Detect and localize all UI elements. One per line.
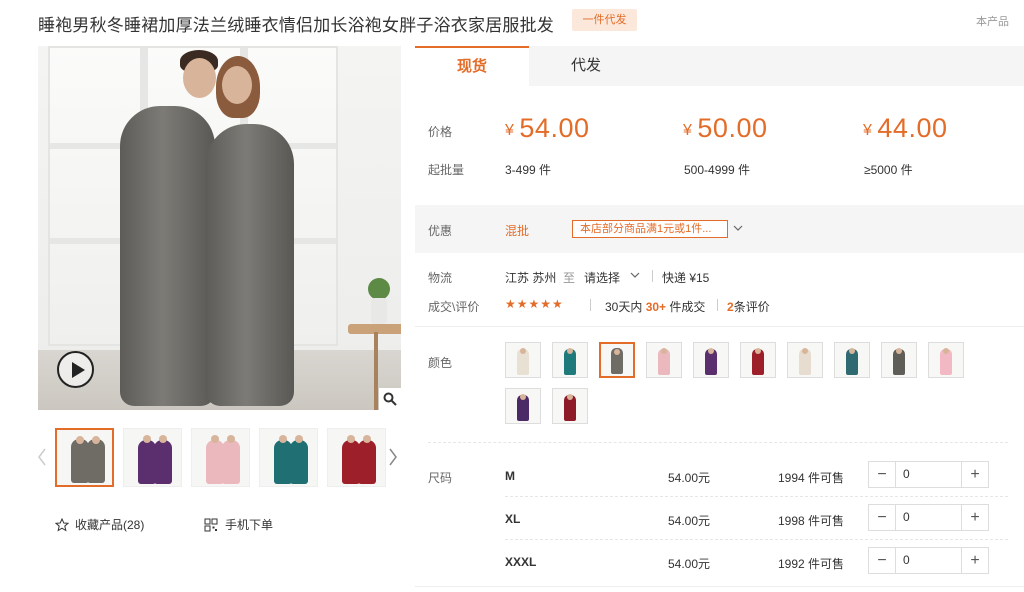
main-product-image[interactable] — [38, 46, 401, 410]
size-price: 54.00元 — [668, 557, 711, 571]
size-name: M — [505, 469, 515, 483]
product-title: 睡袍男秋冬睡裙加厚法兰绒睡衣情侣加长浴袍女胖子浴衣家居服批发 — [38, 16, 554, 35]
color-swatch[interactable] — [552, 388, 588, 424]
shipping-fee: 快递 ¥15 — [662, 271, 710, 285]
destination-select[interactable]: 请选择 — [584, 269, 620, 286]
decrement-button[interactable]: − — [869, 505, 896, 530]
gallery-thumbnail[interactable] — [191, 428, 250, 487]
increment-button[interactable]: + — [961, 462, 988, 487]
thumb-next-icon[interactable] — [388, 447, 402, 467]
qty-tier-1: 3-499 件 — [505, 163, 552, 177]
mobile-order-button[interactable]: 手机下单 — [204, 516, 273, 533]
quantity-input[interactable]: 0 — [903, 462, 910, 487]
gallery-thumbnail[interactable] — [327, 428, 386, 487]
color-swatch[interactable] — [834, 342, 870, 378]
decrement-button[interactable]: − — [869, 548, 896, 573]
size-price: 54.00元 — [668, 471, 711, 485]
purchase-tabs: 现货 代发 — [415, 46, 1024, 86]
increment-button[interactable]: + — [961, 548, 988, 573]
moq-label: 起批量 — [428, 163, 465, 177]
size-stock: 1992 件可售 — [778, 557, 845, 571]
quantity-input[interactable]: 0 — [903, 548, 910, 573]
promotion-chevron-down-icon[interactable] — [733, 225, 743, 233]
quantity-stepper: − 0 + — [868, 547, 989, 574]
to-text: 至 — [563, 271, 576, 285]
color-label: 颜色 — [428, 356, 453, 370]
review-link[interactable]: 2条评价 — [727, 298, 770, 315]
promotion-type: 混批 — [505, 224, 530, 238]
gallery-thumbnail[interactable] — [55, 428, 114, 487]
rating-stars: ★★★★★ — [505, 297, 564, 311]
qty-tier-2: 500-4999 件 — [684, 163, 751, 177]
size-name: XXXL — [505, 555, 537, 569]
mobile-order-label: 手机下单 — [225, 518, 274, 532]
tab-in-stock[interactable]: 现货 — [415, 46, 529, 86]
qr-code-icon — [204, 518, 218, 531]
man-figure — [120, 106, 215, 406]
play-video-button[interactable] — [57, 351, 94, 388]
color-swatch[interactable] — [740, 342, 776, 378]
zoom-icon[interactable] — [379, 388, 401, 410]
destination-chevron-down-icon[interactable] — [630, 272, 640, 280]
dropship-badge: 一件代发 — [572, 9, 637, 31]
favorite-label: 收藏产品(28) — [75, 518, 145, 532]
thumbnail-strip — [55, 428, 386, 487]
logistics-label: 物流 — [428, 271, 453, 285]
price-tier-2: ¥50.00 — [683, 113, 768, 143]
size-price: 54.00元 — [668, 514, 711, 528]
color-swatch[interactable] — [693, 342, 729, 378]
color-swatch[interactable] — [928, 342, 964, 378]
transaction-summary: 30天内 30+ 件成交 — [605, 300, 706, 314]
color-swatch[interactable] — [599, 342, 635, 378]
promotion-label: 优惠 — [428, 224, 453, 238]
quantity-input[interactable]: 0 — [903, 505, 910, 530]
promotion-tag[interactable]: 本店部分商品满1元或1件... — [572, 220, 728, 238]
color-swatch[interactable] — [505, 388, 541, 424]
price-tier-3: ¥44.00 — [863, 113, 948, 143]
plant — [368, 278, 390, 300]
thumb-prev-icon[interactable] — [37, 447, 51, 467]
color-swatches — [505, 342, 965, 424]
price-tier-1: ¥54.00 — [505, 113, 590, 143]
woman-figure — [206, 124, 294, 406]
color-swatch[interactable] — [646, 342, 682, 378]
favorite-button[interactable]: 收藏产品(28) — [55, 516, 144, 533]
color-swatch[interactable] — [505, 342, 541, 378]
transactions-label: 成交\评价 — [428, 300, 480, 314]
size-stock: 1998 件可售 — [778, 514, 845, 528]
size-label: 尺码 — [428, 471, 453, 485]
star-outline-icon — [55, 517, 69, 532]
origin-city: 江苏 苏州 — [505, 271, 557, 285]
gallery-thumbnail[interactable] — [123, 428, 182, 487]
size-stock: 1994 件可售 — [778, 471, 845, 485]
gallery-thumbnail[interactable] — [259, 428, 318, 487]
color-swatch[interactable] — [787, 342, 823, 378]
qty-tier-3: ≥5000 件 — [864, 163, 913, 177]
tab-dropship[interactable]: 代发 — [529, 46, 643, 86]
decrement-button[interactable]: − — [869, 462, 896, 487]
increment-button[interactable]: + — [961, 505, 988, 530]
size-name: XL — [505, 512, 521, 526]
color-swatch[interactable] — [881, 342, 917, 378]
color-swatch[interactable] — [552, 342, 588, 378]
quantity-stepper: − 0 + — [868, 461, 989, 488]
quantity-stepper: − 0 + — [868, 504, 989, 531]
price-label: 价格 — [428, 125, 453, 139]
plant-pot — [371, 298, 387, 324]
top-right-text[interactable]: 本产品 — [976, 13, 1009, 29]
